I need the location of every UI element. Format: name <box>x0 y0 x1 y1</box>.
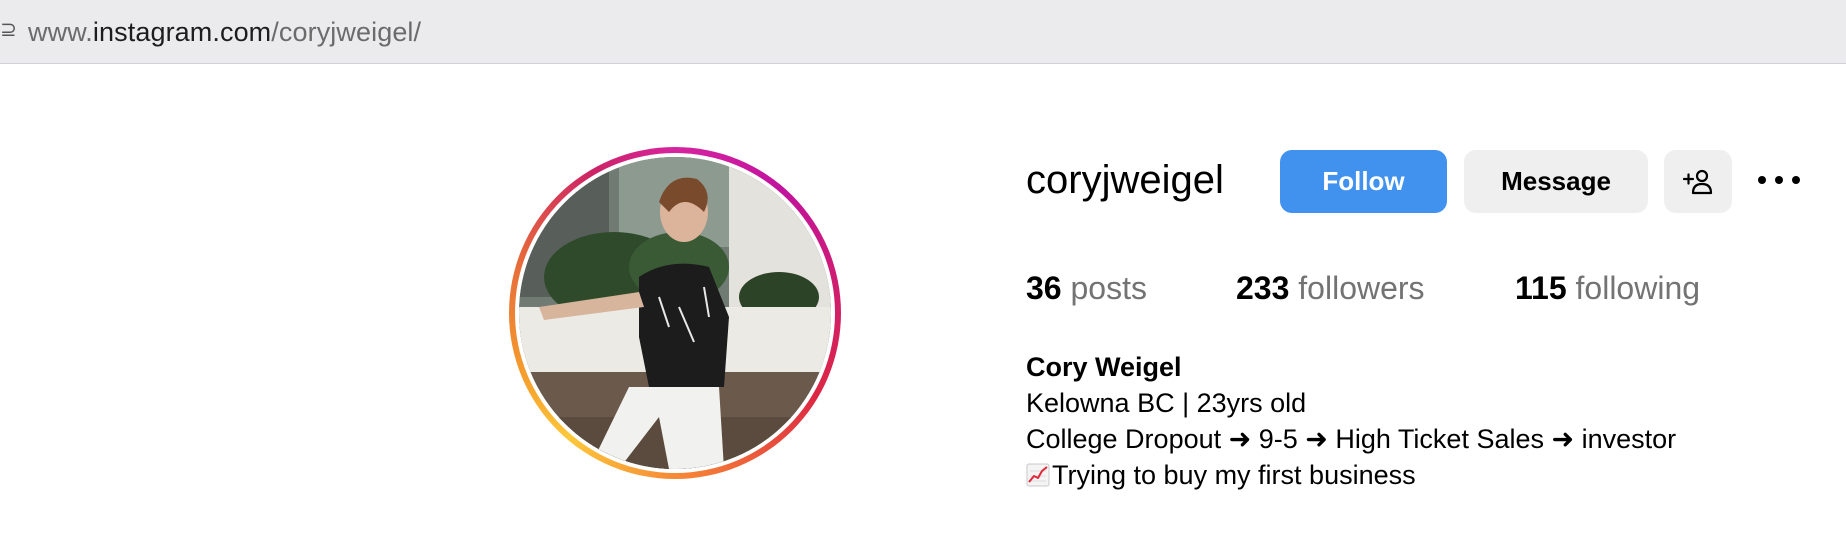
followers-label: followers <box>1298 270 1425 306</box>
bio-line-goal-text: Trying to buy my first business <box>1052 460 1416 490</box>
chart-increasing-icon <box>1026 463 1050 487</box>
more-options-icon <box>1758 176 1766 184</box>
bio-line-location: Kelowna BC | 23yrs old <box>1026 388 1307 418</box>
message-button[interactable]: Message <box>1464 150 1648 213</box>
bio-full-name: Cory Weigel <box>1026 352 1182 382</box>
following-label: following <box>1575 270 1701 306</box>
bio-line-goal: Trying to buy my first business <box>1026 460 1416 491</box>
more-options-button[interactable] <box>1756 162 1802 202</box>
url-path: /coryjweigel/ <box>271 17 422 47</box>
suggested-accounts-button[interactable] <box>1664 150 1732 213</box>
more-options-icon-dot <box>1775 176 1783 184</box>
posts-label: posts <box>1070 270 1147 306</box>
url-host: instagram.com <box>92 17 272 47</box>
more-options-icon-dot <box>1792 176 1800 184</box>
follow-button[interactable]: Follow <box>1280 150 1447 213</box>
person-plus-icon <box>1682 169 1713 194</box>
url-prefix: www. <box>28 17 93 47</box>
url-text[interactable]: www.instagram.com/coryjweigel/ <box>28 17 421 48</box>
profile-avatar[interactable] <box>519 157 831 469</box>
avatar-photo <box>519 157 831 469</box>
posts-stat: 36 posts <box>1026 270 1147 307</box>
followers-stat[interactable]: 233 followers <box>1236 270 1425 307</box>
posts-count: 36 <box>1026 270 1062 306</box>
site-info-icon[interactable]: ⊇ <box>0 17 17 41</box>
bio-line-career: College Dropout ➜ 9-5 ➜ High Ticket Sale… <box>1026 424 1677 454</box>
following-stat[interactable]: 115 following <box>1515 270 1700 307</box>
profile-avatar-story-ring[interactable] <box>509 147 841 479</box>
profile-username: coryjweigel <box>1026 158 1224 202</box>
followers-count: 233 <box>1236 270 1290 306</box>
browser-address-bar[interactable]: ⊇ www.instagram.com/coryjweigel/ <box>0 0 1846 64</box>
following-count: 115 <box>1515 270 1567 306</box>
